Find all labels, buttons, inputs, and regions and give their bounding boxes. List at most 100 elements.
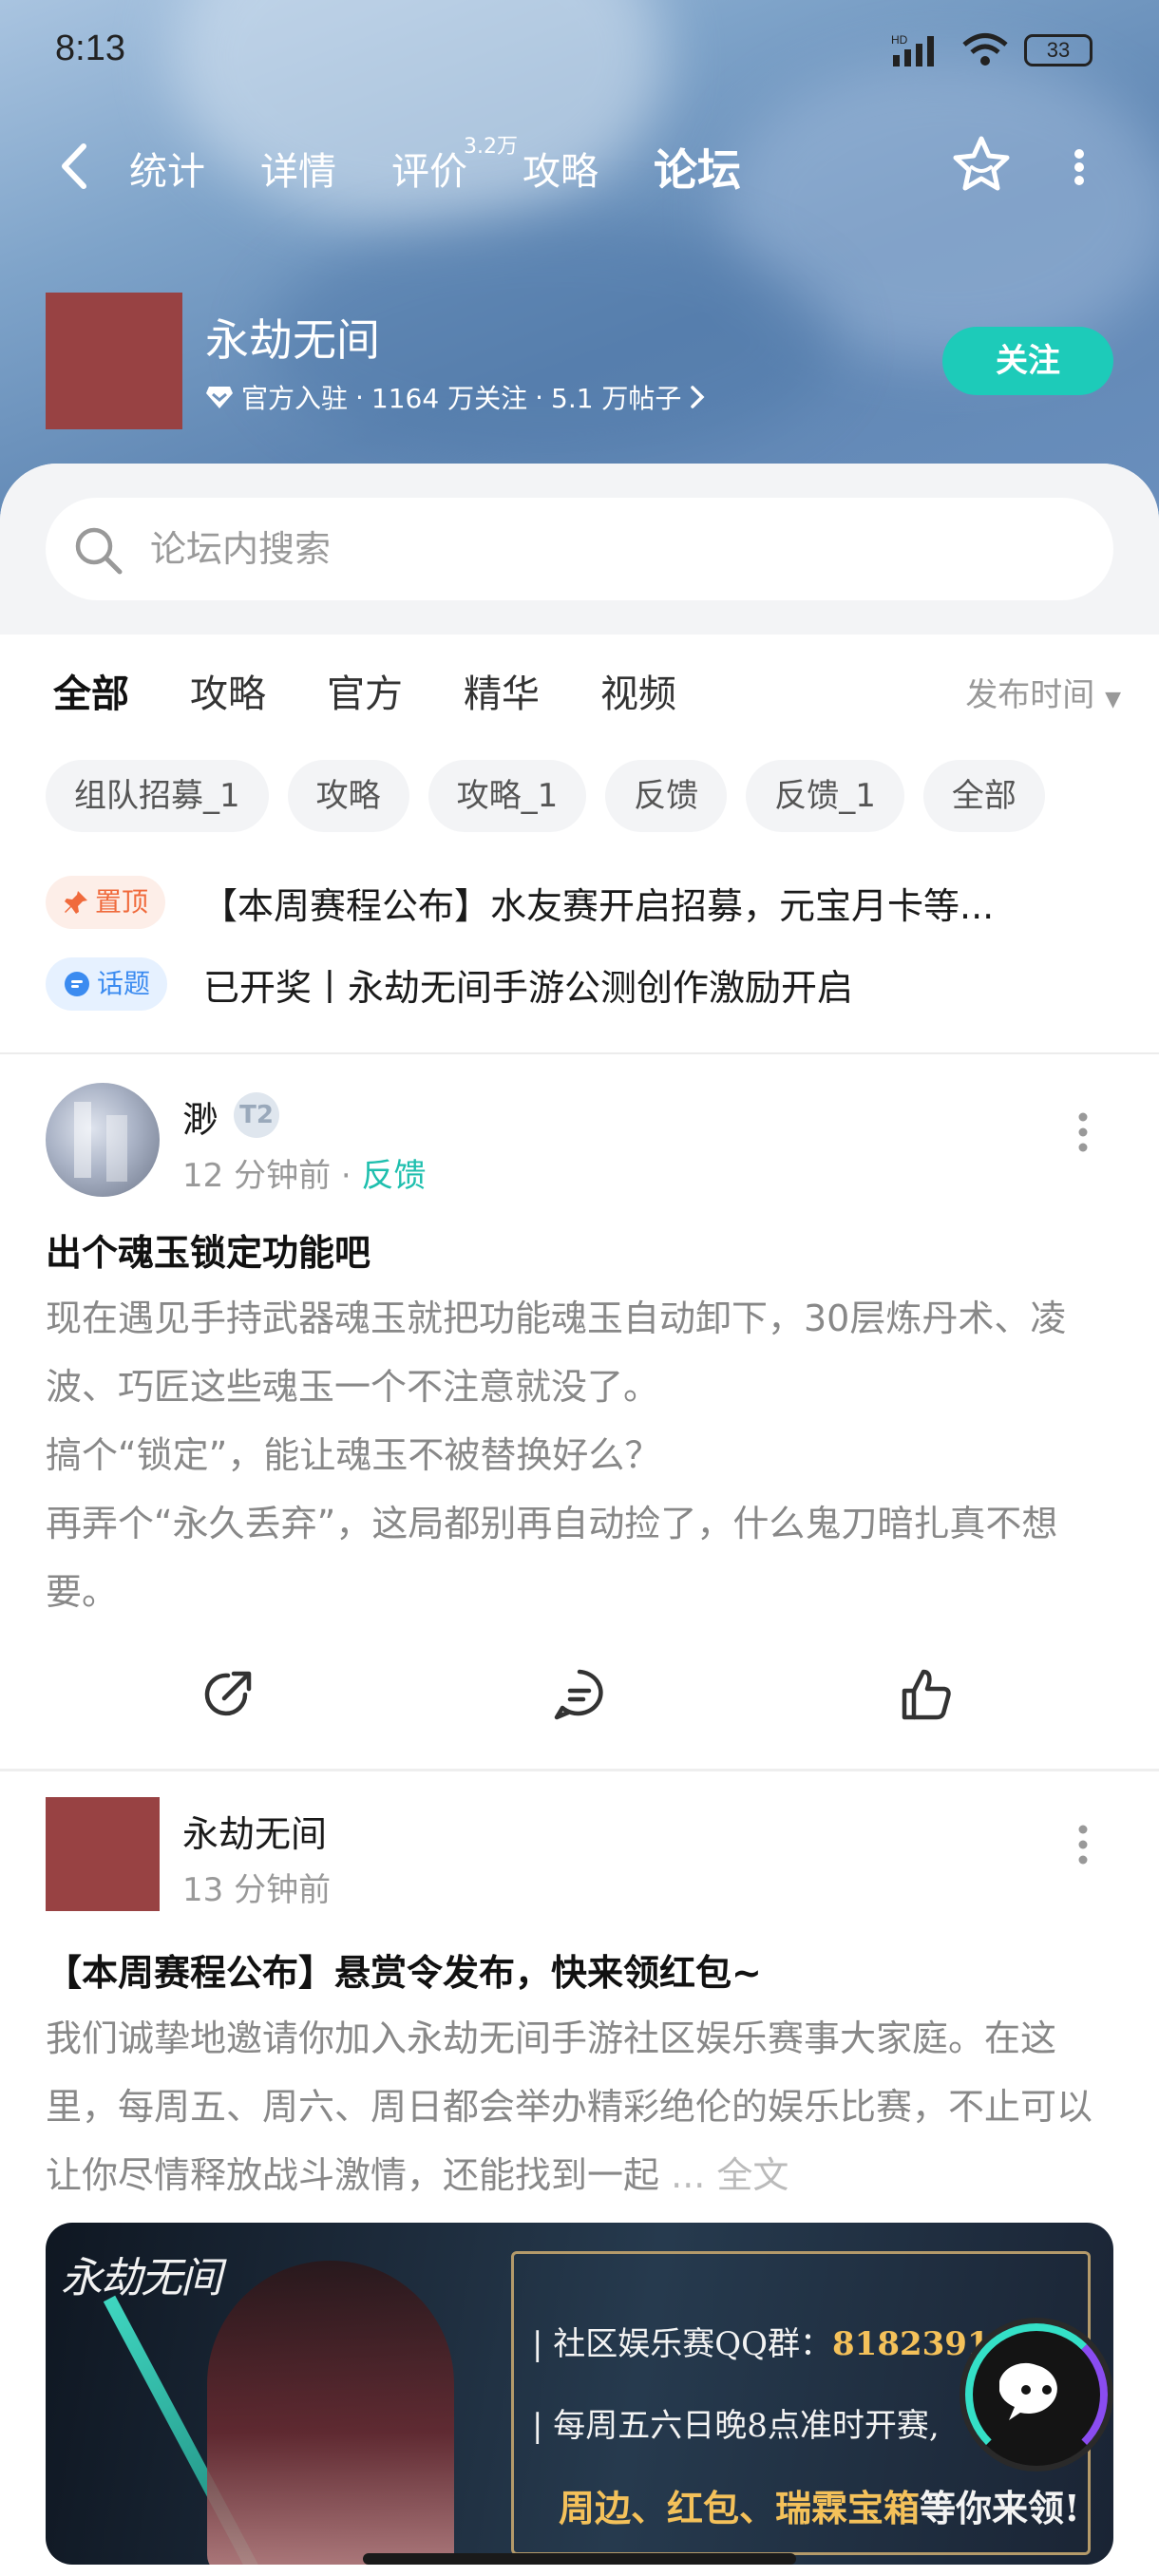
post-paragraph: 再弄个“永久丢弃”，这局都别再自动捡了，什么鬼刀暗扎真不想要。 [46, 1503, 1058, 1613]
post-more-icon[interactable] [1074, 1824, 1092, 1866]
banner-rewards-rest: 等你来领! [920, 2487, 1080, 2529]
verified-diamond-icon [206, 387, 233, 408]
follow-button[interactable]: 关注 [942, 327, 1113, 395]
divider [0, 1052, 1159, 1054]
status-bar: 8:13 HD 33 [0, 0, 1159, 104]
post-meta: 12 分钟前 · 反馈 [182, 1149, 427, 1196]
avatar[interactable] [46, 1083, 160, 1197]
comment-icon[interactable] [549, 1664, 610, 1725]
post-author[interactable]: 永劫无间 [182, 1805, 327, 1857]
pinned-post[interactable]: 置顶 【本周赛程公布】水友赛开启招募，元宝月卡等... [46, 874, 1129, 931]
wifi-icon [962, 33, 1008, 66]
banner-logo: 永劫无间 [61, 2254, 222, 2302]
game-name: 永劫无间 [205, 314, 380, 366]
pinned-tag: 置顶 [46, 876, 166, 929]
post-category[interactable]: 反馈 [362, 1157, 427, 1195]
filter-tab-videos[interactable]: 视频 [600, 663, 676, 718]
reviews-count-badge: 3.2万 [464, 135, 518, 159]
post-actions [0, 1664, 1159, 1740]
tab-stats[interactable]: 统计 [129, 141, 205, 196]
avatar[interactable] [46, 1797, 160, 1911]
verified-label: 官方入驻 [241, 383, 349, 414]
topic-tag: 话题 [46, 957, 168, 1011]
banner-schedule: | 每周五六日晚8点准时开赛, [532, 2407, 940, 2445]
chip-feedback[interactable]: 反馈 [605, 760, 728, 832]
chip-team-recruit[interactable]: 组队招募_1 [46, 760, 269, 832]
post-more-icon[interactable] [1074, 1111, 1092, 1153]
chip-all[interactable]: 全部 [922, 760, 1045, 832]
share-icon[interactable] [198, 1664, 258, 1725]
search-input[interactable] [150, 498, 1005, 600]
tab-guides[interactable]: 攻略 [522, 141, 598, 196]
post-time: 12 分钟前 [182, 1157, 332, 1195]
status-time: 8:13 [55, 28, 125, 68]
signal-icon: HD [891, 33, 934, 66]
banner-art [207, 2261, 454, 2565]
divider [0, 1769, 1159, 1771]
chat-bubble-icon [999, 2362, 1057, 2420]
search-box[interactable] [46, 498, 1113, 600]
topic-tag-label: 话题 [97, 968, 151, 999]
post-paragraph: 搞个“锁定”，能让魂玉不被替换好么？ [46, 1434, 661, 1476]
pinned-tag-label: 置顶 [95, 886, 149, 918]
posts-count: 5.1 万帖子 [551, 383, 682, 414]
favorite-star-icon[interactable] [950, 133, 1013, 196]
banner-schedule-text: 每周五六日晚8点准时开赛, [553, 2407, 940, 2445]
separator-dot: · [535, 381, 543, 413]
filter-tab-guides[interactable]: 攻略 [190, 663, 266, 718]
tab-details[interactable]: 详情 [260, 141, 336, 196]
post-excerpt: 我们诚挚地邀请你加入永劫无间手游社区娱乐赛事大家庭。在这里，每周五、周六、周日都… [46, 2017, 1093, 2196]
tab-reviews[interactable]: 评价 [391, 141, 467, 196]
filter-tab-featured[interactable]: 精华 [464, 663, 540, 718]
top-navigation: 统计 详情 评价 3.2万 攻略 论坛 [0, 123, 1159, 209]
separator-dot: · [355, 381, 364, 413]
post-author[interactable]: 渺 [182, 1090, 218, 1143]
topic-title: 已开奖丨永劫无间手游公测创作激励开启 [203, 966, 854, 1009]
chip-feedback-1[interactable]: 反馈_1 [746, 760, 904, 832]
chip-guides[interactable]: 攻略 [287, 760, 409, 832]
more-options-icon[interactable] [1070, 148, 1089, 186]
caret-down-icon: ▼ [1105, 688, 1121, 711]
sort-dropdown[interactable]: 发布时间 ▼ [965, 669, 1121, 715]
banner-qq-label: 社区娱乐赛QQ群： [553, 2325, 833, 2363]
filter-tab-all[interactable]: 全部 [53, 663, 129, 724]
chip-guides-1[interactable]: 攻略_1 [428, 760, 587, 832]
filter-tabs: 全部 攻略 官方 精华 视频 发布时间 ▼ [0, 663, 1159, 729]
level-badge: T2 [234, 1092, 279, 1138]
tab-forum[interactable]: 论坛 [654, 136, 741, 202]
filter-tab-official[interactable]: 官方 [327, 663, 403, 718]
chevron-right-icon [691, 386, 705, 408]
sort-label: 发布时间 [965, 676, 1095, 714]
back-arrow-icon[interactable] [55, 142, 93, 190]
separator-dot: · [340, 1157, 362, 1195]
category-chips: 组队招募_1 攻略 攻略_1 反馈 反馈_1 全部 [46, 760, 1045, 832]
forum-header: 8:13 HD 33 统计 详情 评价 3.2万 攻略 论坛 永劫无间 官方入驻… [0, 0, 1159, 532]
topic-post[interactable]: 话题 已开奖丨永劫无间手游公测创作激励开启 [46, 956, 1129, 1013]
search-area [0, 464, 1159, 635]
home-indicator[interactable] [363, 2553, 796, 2565]
svg-text:HD: HD [891, 33, 908, 47]
banner-rewards: 周边、红包、瑞霖宝箱等你来领! [559, 2479, 1080, 2531]
forum-content: 全部 攻略 官方 精华 视频 发布时间 ▼ 组队招募_1 攻略 攻略_1 反馈 … [0, 464, 1159, 2576]
banner-rewards-highlight: 周边、红包、瑞霖宝箱 [559, 2487, 921, 2529]
post-time: 13 分钟前 [182, 1871, 332, 1909]
post-title[interactable]: 出个魂玉锁定功能吧 [46, 1223, 1113, 1276]
post-paragraph: 现在遇见手持武器魂玉就把功能魂玉自动卸下，30层炼丹术、凌波、巧匠这些魂玉一个不… [46, 1297, 1067, 1408]
post-image-banner[interactable]: 永劫无间 | 社区娱乐赛QQ群：818239115 | 每周五六日晚8点准时开赛… [46, 2223, 1113, 2565]
game-stats[interactable]: 官方入驻 · 1164 万关注 · 5.1 万帖子 [205, 378, 706, 416]
game-logo[interactable] [46, 293, 182, 429]
followers-count: 1164 万关注 [370, 383, 528, 414]
like-icon[interactable] [895, 1664, 956, 1725]
banner-qq-group: | 社区娱乐赛QQ群：818239115 [532, 2325, 1035, 2363]
post-title[interactable]: 【本周赛程公布】悬赏令发布，快来领红包~ [46, 1943, 1113, 1996]
read-full-link[interactable]: ... 全文 [671, 2154, 788, 2196]
chat-fab-button[interactable] [965, 2323, 1108, 2466]
status-icons: HD 33 [891, 32, 1092, 68]
post-body[interactable]: 现在遇见手持武器魂玉就把功能魂玉自动卸下，30层炼丹术、凌波、巧匠这些魂玉一个不… [46, 1284, 1119, 1626]
search-icon [75, 527, 123, 575]
battery-indicator: 33 [1024, 34, 1092, 66]
pin-icon [65, 891, 87, 914]
pinned-title: 【本周赛程公布】水友赛开启招募，元宝月卡等... [201, 884, 995, 927]
post-body[interactable]: 我们诚挚地邀请你加入永劫无间手游社区娱乐赛事大家庭。在这里，每周五、周六、周日都… [46, 2004, 1119, 2209]
topic-bubble-icon [65, 972, 89, 996]
